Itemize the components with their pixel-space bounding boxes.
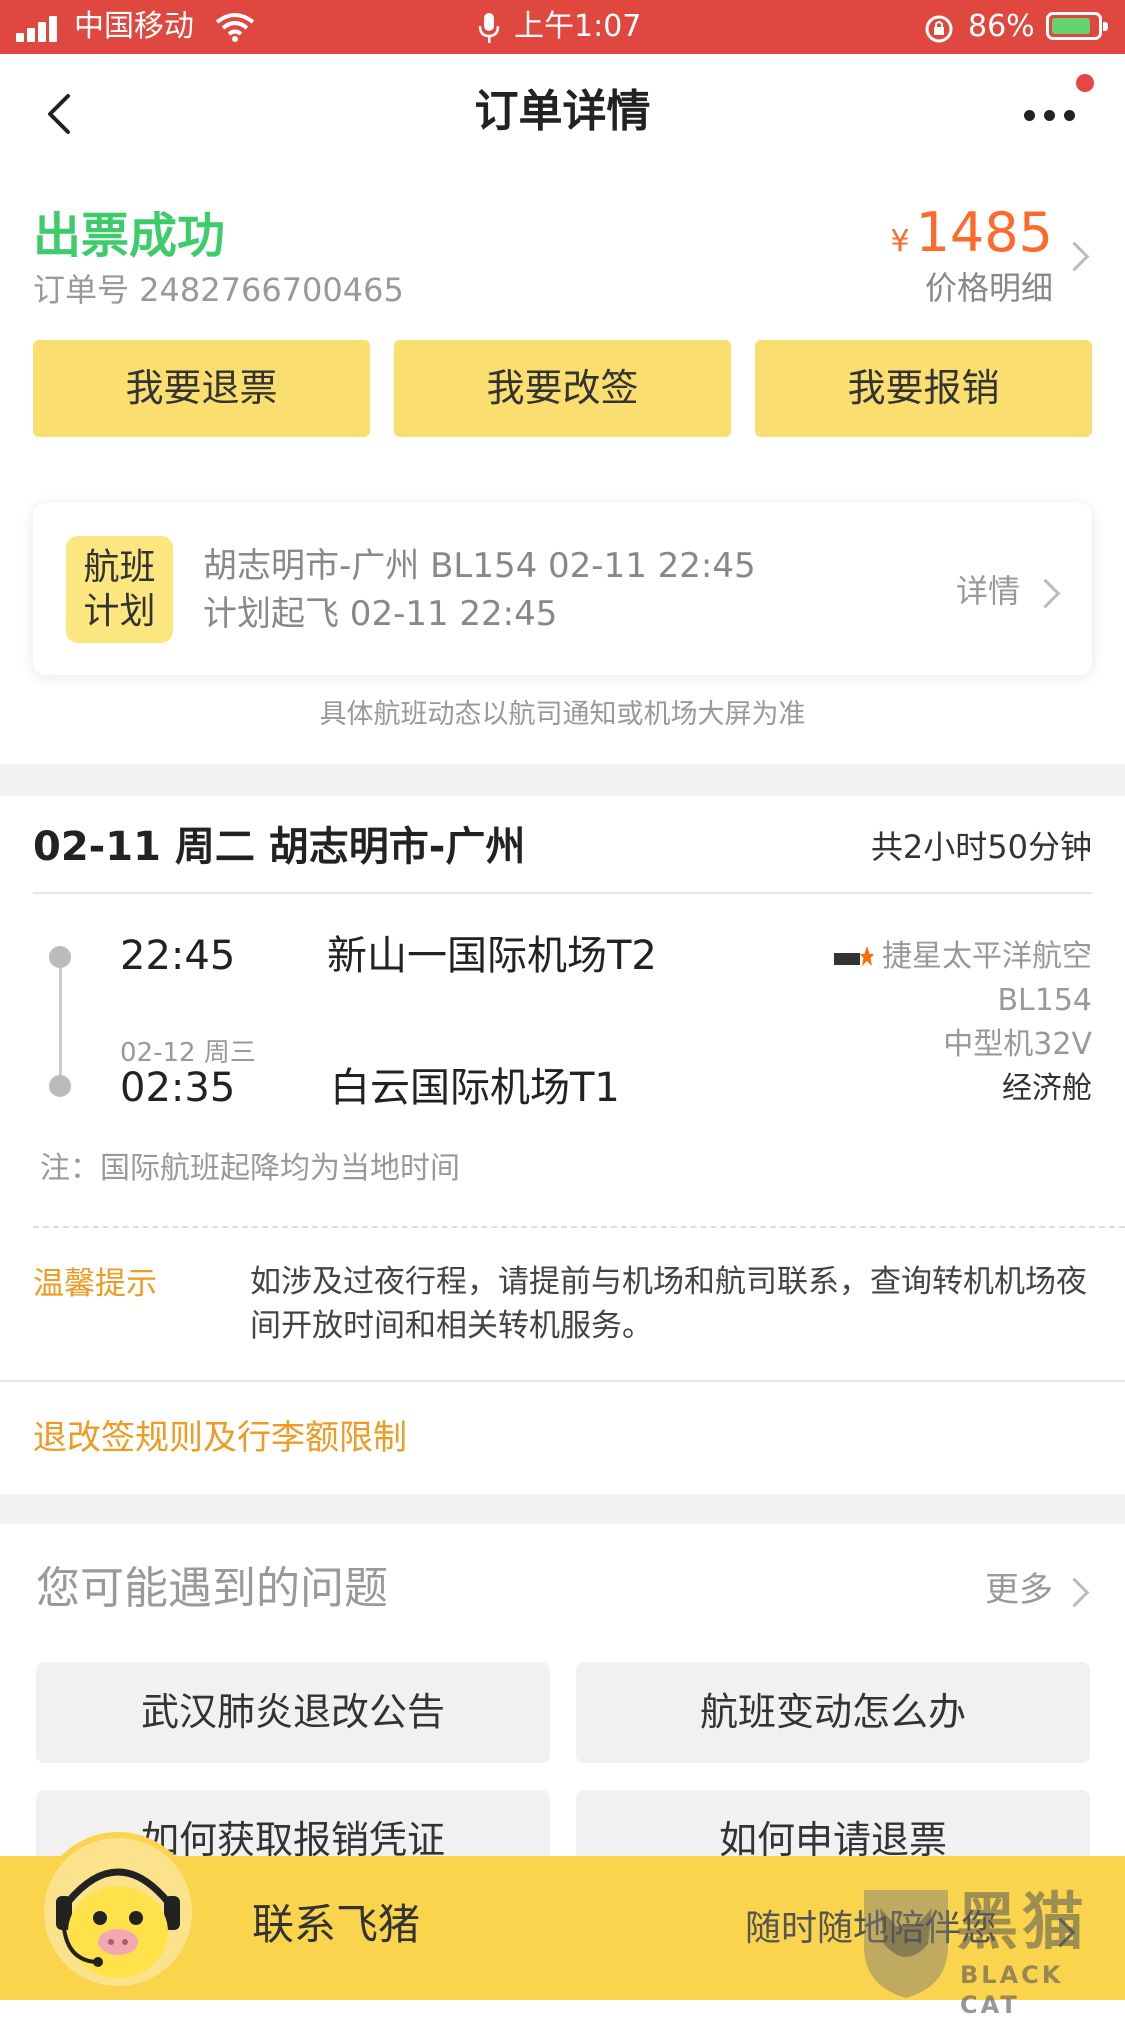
dashed-divider	[33, 1226, 1125, 1228]
mascot-avatar[interactable]	[38, 1832, 198, 1992]
arrival-time: 02:35	[120, 1065, 236, 1111]
battery-icon	[1046, 12, 1108, 40]
order-number: 订单号 2482766700465	[33, 271, 404, 309]
aircraft-type: 中型机32V	[943, 1027, 1092, 1062]
chevron-right-icon[interactable]	[1059, 241, 1090, 272]
microphone-icon	[478, 13, 500, 43]
more-questions-link[interactable]: 更多	[985, 1566, 1053, 1614]
badge-line-1: 航班	[83, 547, 156, 588]
order-price[interactable]: ¥1485	[890, 200, 1053, 275]
flight-plan-departure: 计划起飞 02-11 22:45	[203, 594, 558, 634]
divider	[0, 1380, 1125, 1382]
chevron-right-icon[interactable]	[1059, 1577, 1090, 1608]
clock-label: 上午1:07	[514, 9, 642, 44]
departure-time: 22:45	[120, 933, 236, 979]
flight-plan-card[interactable]: 航班 计划 胡志明市-广州 BL154 02-11 22:45 计划起飞 02-…	[33, 503, 1092, 675]
flight-plan-badge: 航班 计划	[66, 536, 173, 643]
price-detail-link[interactable]: 价格明细	[925, 266, 1053, 310]
cabin-class: 经济舱	[1002, 1071, 1092, 1106]
tip-label: 温馨提示	[33, 1266, 157, 1302]
timeline-line	[59, 960, 62, 1086]
carrier-label: 中国移动	[74, 9, 194, 44]
signal-icon	[16, 14, 66, 42]
pig-mascot-icon	[44, 1838, 192, 1986]
rotation-lock-icon	[925, 15, 953, 43]
section-divider	[0, 1494, 1125, 1524]
divider	[33, 892, 1092, 894]
currency-symbol: ¥	[890, 224, 910, 259]
departure-dot	[49, 946, 71, 968]
chevron-right-icon[interactable]	[1030, 578, 1061, 609]
questions-title: 您可能遇到的问题	[36, 1563, 388, 1614]
status-bar: 中国移动 上午1:07 86%	[0, 0, 1125, 54]
route-title: 02-11 周二 胡志明市-广州	[33, 824, 526, 870]
page-title: 订单详情	[474, 86, 651, 137]
flight-plan-detail-link[interactable]: 详情	[956, 569, 1020, 613]
airline-logo-icon	[834, 945, 874, 966]
change-ticket-button[interactable]: 我要改签	[394, 340, 731, 437]
watermark-text-en: BLACK CAT	[960, 1961, 1064, 2019]
order-status: 出票成功	[33, 208, 226, 264]
badge-line-2: 计划	[83, 591, 156, 632]
watermark: 黑猫 BLACK CAT	[856, 1885, 1125, 2019]
flight-duration: 共2小时50分钟	[870, 828, 1092, 866]
section-divider	[0, 764, 1125, 796]
price-value: 1485	[915, 201, 1053, 264]
battery-percent: 86%	[968, 9, 1035, 44]
tip-text: 如涉及过夜行程，请提前与机场和航司联系，查询转机机场夜间开放时间和相关转机服务。	[250, 1264, 1087, 1344]
arrival-airport: 白云国际机场T1	[330, 1065, 620, 1111]
question-button[interactable]: 航班变动怎么办	[576, 1662, 1090, 1763]
reimbursement-button[interactable]: 我要报销	[755, 340, 1092, 437]
rules-link[interactable]: 退改签规则及行李额限制	[33, 1414, 407, 1462]
question-button[interactable]: 武汉肺炎退改公告	[36, 1662, 550, 1763]
flight-number: BL154	[997, 983, 1092, 1018]
contact-label[interactable]: 联系飞猪	[252, 1896, 420, 1954]
watermark-text: 黑猫	[956, 1885, 1089, 1958]
arrival-dot	[49, 1075, 71, 1097]
departure-airport: 新山一国际机场T2	[327, 933, 657, 979]
flight-dynamics-note: 具体航班动态以航司通知或机场大屏为准	[319, 699, 806, 730]
wifi-icon	[215, 13, 255, 42]
nav-bar: 订单详情	[0, 54, 1125, 170]
local-time-note: 注：国际航班起降均为当地时间	[40, 1151, 460, 1186]
flight-plan-route: 胡志明市-广州 BL154 02-11 22:45	[203, 546, 756, 586]
airline-label: 捷星太平洋航空	[882, 939, 1092, 974]
airline-name: 捷星太平洋航空	[834, 936, 1092, 978]
notification-dot	[1076, 74, 1094, 92]
refund-button[interactable]: 我要退票	[33, 340, 370, 437]
more-menu-icon[interactable]	[1024, 110, 1080, 122]
